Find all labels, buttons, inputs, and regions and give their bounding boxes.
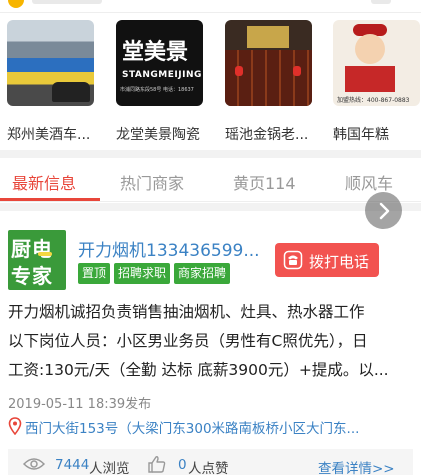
views-count: 7444	[55, 457, 90, 473]
logo-decoration	[38, 252, 52, 256]
merchant-card[interactable]: 加盟热线：400-867-0883 韩国年糕	[333, 20, 421, 143]
address-text: 西门大街153号（大梁门东300米路南板桥小区大门东...	[25, 421, 360, 437]
merchant-photo	[225, 20, 312, 106]
logo-text-line1: 厨电	[11, 237, 53, 261]
likes-count: 0	[178, 457, 187, 473]
address-row[interactable]: 西门大街153号（大梁门东300米路南板桥小区大门东...	[8, 416, 413, 437]
listing-description[interactable]: 开力烟机诚招负责销售抽油烟机、灶具、热水器工作 以下岗位人员：小区男业务员（男性…	[8, 298, 418, 385]
tab-latest[interactable]: 最新信息	[12, 170, 76, 194]
tab-carpool[interactable]: 顺风车	[345, 170, 393, 194]
active-tab-indicator	[0, 198, 100, 201]
merchant-photo: 堂美景 STANGMEIJING 市浦同路东段58号 电话：18637	[116, 20, 203, 106]
merchant-name: 郑州美酒车...	[7, 127, 91, 143]
merchant-photo: 加盟热线：400-867-0883	[333, 20, 420, 106]
eye-icon	[23, 458, 45, 470]
merchant-card[interactable]: 郑州美酒车...	[7, 20, 107, 143]
logo-text-line2: 专家	[11, 264, 53, 288]
views-label: 人浏览	[89, 461, 130, 475]
description-line: 工资:130元/天（全勤 达标 底薪3900元）+提成。以...	[8, 361, 389, 379]
thumbs-up-icon[interactable]	[147, 455, 167, 473]
merchant-card[interactable]: 瑶池金锅老...	[225, 20, 325, 143]
chevron-right-icon	[379, 202, 389, 219]
tag-merchant-hiring: 商家招聘	[174, 263, 231, 284]
merchant-name: 瑶池金锅老...	[225, 127, 309, 143]
merchant-name: 韩国年糕	[333, 127, 389, 143]
tab-yellow-pages[interactable]: 黄页114	[233, 170, 296, 194]
partial-category-icon	[8, 0, 24, 8]
shop-phone-text: 加盟热线：400-867-0883	[337, 97, 410, 104]
likes-label: 人点赞	[188, 461, 229, 475]
shop-sign-text: 堂美景	[122, 39, 189, 65]
post-date: 2019-05-11 18:39发布	[8, 397, 152, 412]
section-separator	[0, 203, 421, 211]
listing-stats-bar: 7444 人浏览 0 人点赞 查看详情>>	[8, 449, 413, 475]
tag-pinned: 置顶	[78, 263, 111, 284]
merchant-card[interactable]: 堂美景 STANGMEIJING 市浦同路东段58号 电话：18637 龙堂美景…	[116, 20, 216, 143]
section-separator	[0, 150, 421, 158]
divider	[0, 12, 421, 13]
scroll-right-button[interactable]	[365, 192, 402, 229]
merchant-photo	[7, 20, 94, 106]
tab-bar: 最新信息 热门商家 黄页114 顺风车	[0, 158, 421, 202]
phone-icon	[283, 250, 303, 270]
call-button-label: 拨打电话	[309, 253, 370, 271]
merchant-carousel: 郑州美酒车... 堂美景 STANGMEIJING 市浦同路东段58号 电话：1…	[0, 20, 421, 150]
view-details-link[interactable]: 查看详情>>	[318, 457, 395, 475]
tag-job-seeking: 招聘求职	[114, 263, 171, 284]
listing-logo[interactable]: 厨电 专家	[8, 230, 66, 290]
shop-sign-english: STANGMEIJING	[122, 70, 202, 80]
call-button[interactable]: 拨打电话	[275, 243, 379, 277]
partial-category-label	[32, 0, 102, 4]
partial-more-link	[371, 0, 391, 4]
description-line: 以下岗位人员：小区男业务员（男性有C照优先），日	[8, 332, 368, 350]
tab-popular-merchants[interactable]: 热门商家	[120, 170, 184, 194]
description-line: 开力烟机诚招负责销售抽油烟机、灶具、热水器工作	[8, 303, 365, 321]
location-pin-icon	[8, 417, 22, 435]
shop-sign-small: 市浦同路东段58号 电话：18637	[120, 87, 194, 93]
merchant-name: 龙堂美景陶瓷	[116, 127, 200, 143]
listing-title[interactable]: 开力烟机133436599...	[78, 236, 260, 261]
